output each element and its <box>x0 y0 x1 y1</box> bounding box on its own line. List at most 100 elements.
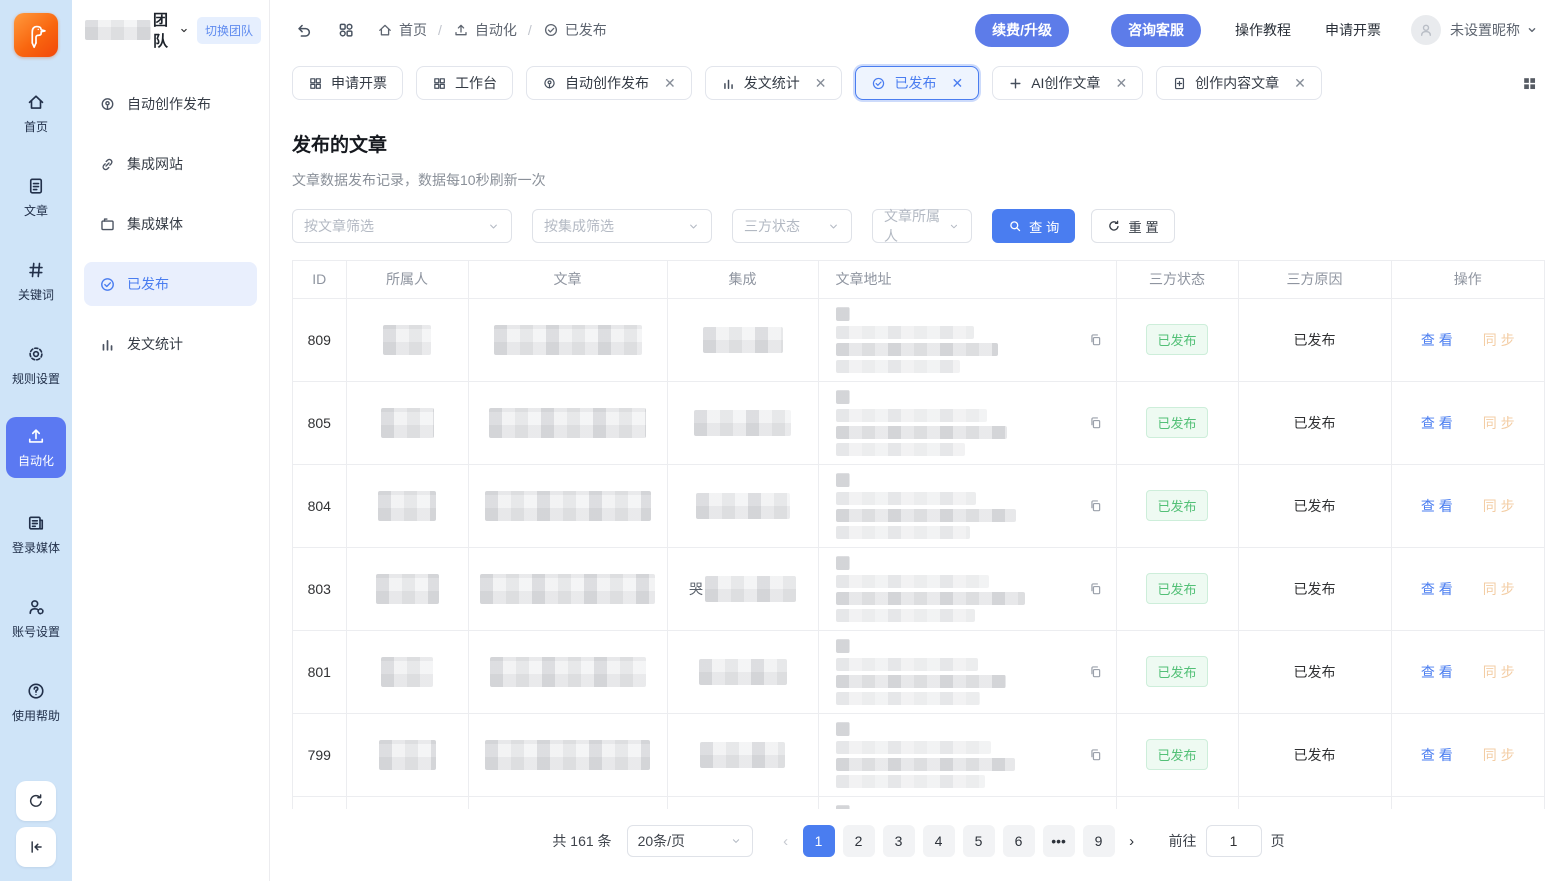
breadcrumb-item-2[interactable]: 自动化 <box>453 20 517 40</box>
page-unit-label: 页 <box>1271 831 1285 851</box>
cell-owner <box>346 630 468 713</box>
status-badge: 已发布 <box>1146 324 1207 355</box>
view-link[interactable]: 查 看 <box>1421 581 1453 597</box>
close-tab-icon[interactable]: ✕ <box>1115 76 1127 90</box>
page-button-1[interactable]: 1 <box>803 825 835 857</box>
tab-layout-button[interactable] <box>1521 75 1538 92</box>
tab-4[interactable]: 发文统计✕ <box>705 66 843 100</box>
sync-link[interactable]: 同 步 <box>1483 498 1515 514</box>
home-icon <box>26 92 46 112</box>
page-button-9[interactable]: 9 <box>1083 825 1115 857</box>
rail-item-2[interactable]: 文章 <box>6 170 66 225</box>
tab-6[interactable]: AI创作文章✕ <box>992 66 1143 100</box>
app-logo[interactable] <box>14 13 58 57</box>
copy-url-button[interactable] <box>1088 747 1103 762</box>
page-button-5[interactable]: 5 <box>963 825 995 857</box>
sync-link[interactable]: 同 步 <box>1483 581 1515 597</box>
close-tab-icon[interactable]: ✕ <box>815 76 827 90</box>
view-link[interactable]: 查 看 <box>1421 415 1453 431</box>
chevron-down-icon[interactable] <box>179 24 189 37</box>
cell-integration: 哭 <box>667 796 818 809</box>
rail-item-5[interactable]: 自动化 <box>6 417 66 478</box>
next-page-button[interactable]: › <box>1117 825 1147 857</box>
integration-prefix: 哭 <box>689 579 703 599</box>
cell-actions: 查 看 同 步 <box>1391 796 1544 809</box>
page-button-2[interactable]: 2 <box>843 825 875 857</box>
sync-link[interactable]: 同 步 <box>1483 747 1515 763</box>
cell-actions: 查 看 同 步 <box>1391 298 1544 381</box>
check-circle-icon <box>99 276 116 293</box>
article-filter-select[interactable]: 按文章筛选 <box>292 209 512 243</box>
rail-item-6[interactable]: 登录媒体 <box>6 507 66 562</box>
sidebar-item-5[interactable]: 发文统计 <box>84 322 257 366</box>
tab-5[interactable]: 已发布✕ <box>855 66 979 100</box>
undo-icon <box>294 21 313 40</box>
search-button[interactable]: 查 询 <box>992 209 1075 243</box>
tutorial-link[interactable]: 操作教程 <box>1235 20 1291 40</box>
page-ellipsis-button[interactable]: ••• <box>1043 825 1075 857</box>
page-size-select[interactable]: 20条/页 <box>627 825 753 857</box>
back-button[interactable] <box>294 21 313 40</box>
cell-reason: 已发布 <box>1238 630 1391 713</box>
copy-url-button[interactable] <box>1088 664 1103 679</box>
tab-3[interactable]: 自动创作发布✕ <box>526 66 692 100</box>
close-tab-icon[interactable]: ✕ <box>664 76 676 90</box>
copy-url-button[interactable] <box>1088 498 1103 513</box>
rail-item-4[interactable]: 规则设置 <box>6 338 66 393</box>
integration-filter-select[interactable]: 按集成筛选 <box>532 209 712 243</box>
rail-item-7[interactable]: 账号设置 <box>6 591 66 646</box>
sync-link[interactable]: 同 步 <box>1483 415 1515 431</box>
thirdparty-status-select[interactable]: 三方状态 <box>732 209 852 243</box>
cell-owner <box>346 381 468 464</box>
user-menu[interactable]: 未设置昵称 <box>1411 15 1538 45</box>
page-button-3[interactable]: 3 <box>883 825 915 857</box>
breadcrumb-item-1[interactable]: 首页 <box>377 20 427 40</box>
tab-2[interactable]: 工作台 <box>416 66 513 100</box>
sidebar-item-1[interactable]: 自动创作发布 <box>84 82 257 126</box>
view-link[interactable]: 查 看 <box>1421 664 1453 680</box>
close-tab-icon[interactable]: ✕ <box>951 76 963 90</box>
page-button-6[interactable]: 6 <box>1003 825 1035 857</box>
file-plus-icon <box>1172 76 1187 91</box>
cell-owner <box>346 464 468 547</box>
copy-url-button[interactable] <box>1088 332 1103 347</box>
team-suffix[interactable]: 团队 <box>153 9 176 51</box>
renew-upgrade-button[interactable]: 续费/升级 <box>975 14 1069 47</box>
goto-page-input[interactable] <box>1206 825 1262 857</box>
collapse-sidebar-button[interactable] <box>16 827 56 867</box>
close-tab-icon[interactable]: ✕ <box>1294 76 1306 90</box>
breadcrumb-item-3[interactable]: 已发布 <box>543 20 607 40</box>
reset-button[interactable]: 重 置 <box>1091 209 1174 243</box>
sync-link[interactable]: 同 步 <box>1483 664 1515 680</box>
rail-item-1[interactable]: 首页 <box>6 86 66 141</box>
sync-link[interactable]: 同 步 <box>1483 332 1515 348</box>
refresh-button[interactable] <box>16 781 56 821</box>
copy-url-button[interactable] <box>1088 581 1103 596</box>
view-link[interactable]: 查 看 <box>1421 498 1453 514</box>
article-owner-select[interactable]: 文章所属人 <box>872 209 972 243</box>
avatar <box>1411 15 1441 45</box>
tab-7[interactable]: 创作内容文章✕ <box>1156 66 1322 100</box>
view-link[interactable]: 查 看 <box>1421 332 1453 348</box>
cell-article-url <box>818 713 1116 796</box>
page-button-4[interactable]: 4 <box>923 825 955 857</box>
rail-item-8[interactable]: 使用帮助 <box>6 675 66 730</box>
apps-button[interactable] <box>337 21 355 39</box>
cell-status: 已发布 <box>1116 464 1238 547</box>
sidebar-item-2[interactable]: 集成网站 <box>84 142 257 186</box>
column-header-3: 文章 <box>468 261 667 298</box>
copy-url-button[interactable] <box>1088 415 1103 430</box>
rail-item-3[interactable]: 关键词 <box>6 254 66 309</box>
tab-1[interactable]: 申请开票 <box>292 66 403 100</box>
check-circle-icon <box>871 76 886 91</box>
sidebar-item-4[interactable]: 已发布 <box>84 262 257 306</box>
chevron-down-icon <box>948 220 960 233</box>
sidebar-item-3[interactable]: 集成媒体 <box>84 202 257 246</box>
chevron-down-icon <box>827 220 840 233</box>
view-link[interactable]: 查 看 <box>1421 747 1453 763</box>
prev-page-button[interactable]: ‹ <box>771 825 801 857</box>
switch-team-button[interactable]: 切换团队 <box>197 17 261 44</box>
cell-article <box>468 713 667 796</box>
contact-support-button[interactable]: 咨询客服 <box>1111 14 1201 47</box>
invoice-link[interactable]: 申请开票 <box>1325 20 1381 40</box>
